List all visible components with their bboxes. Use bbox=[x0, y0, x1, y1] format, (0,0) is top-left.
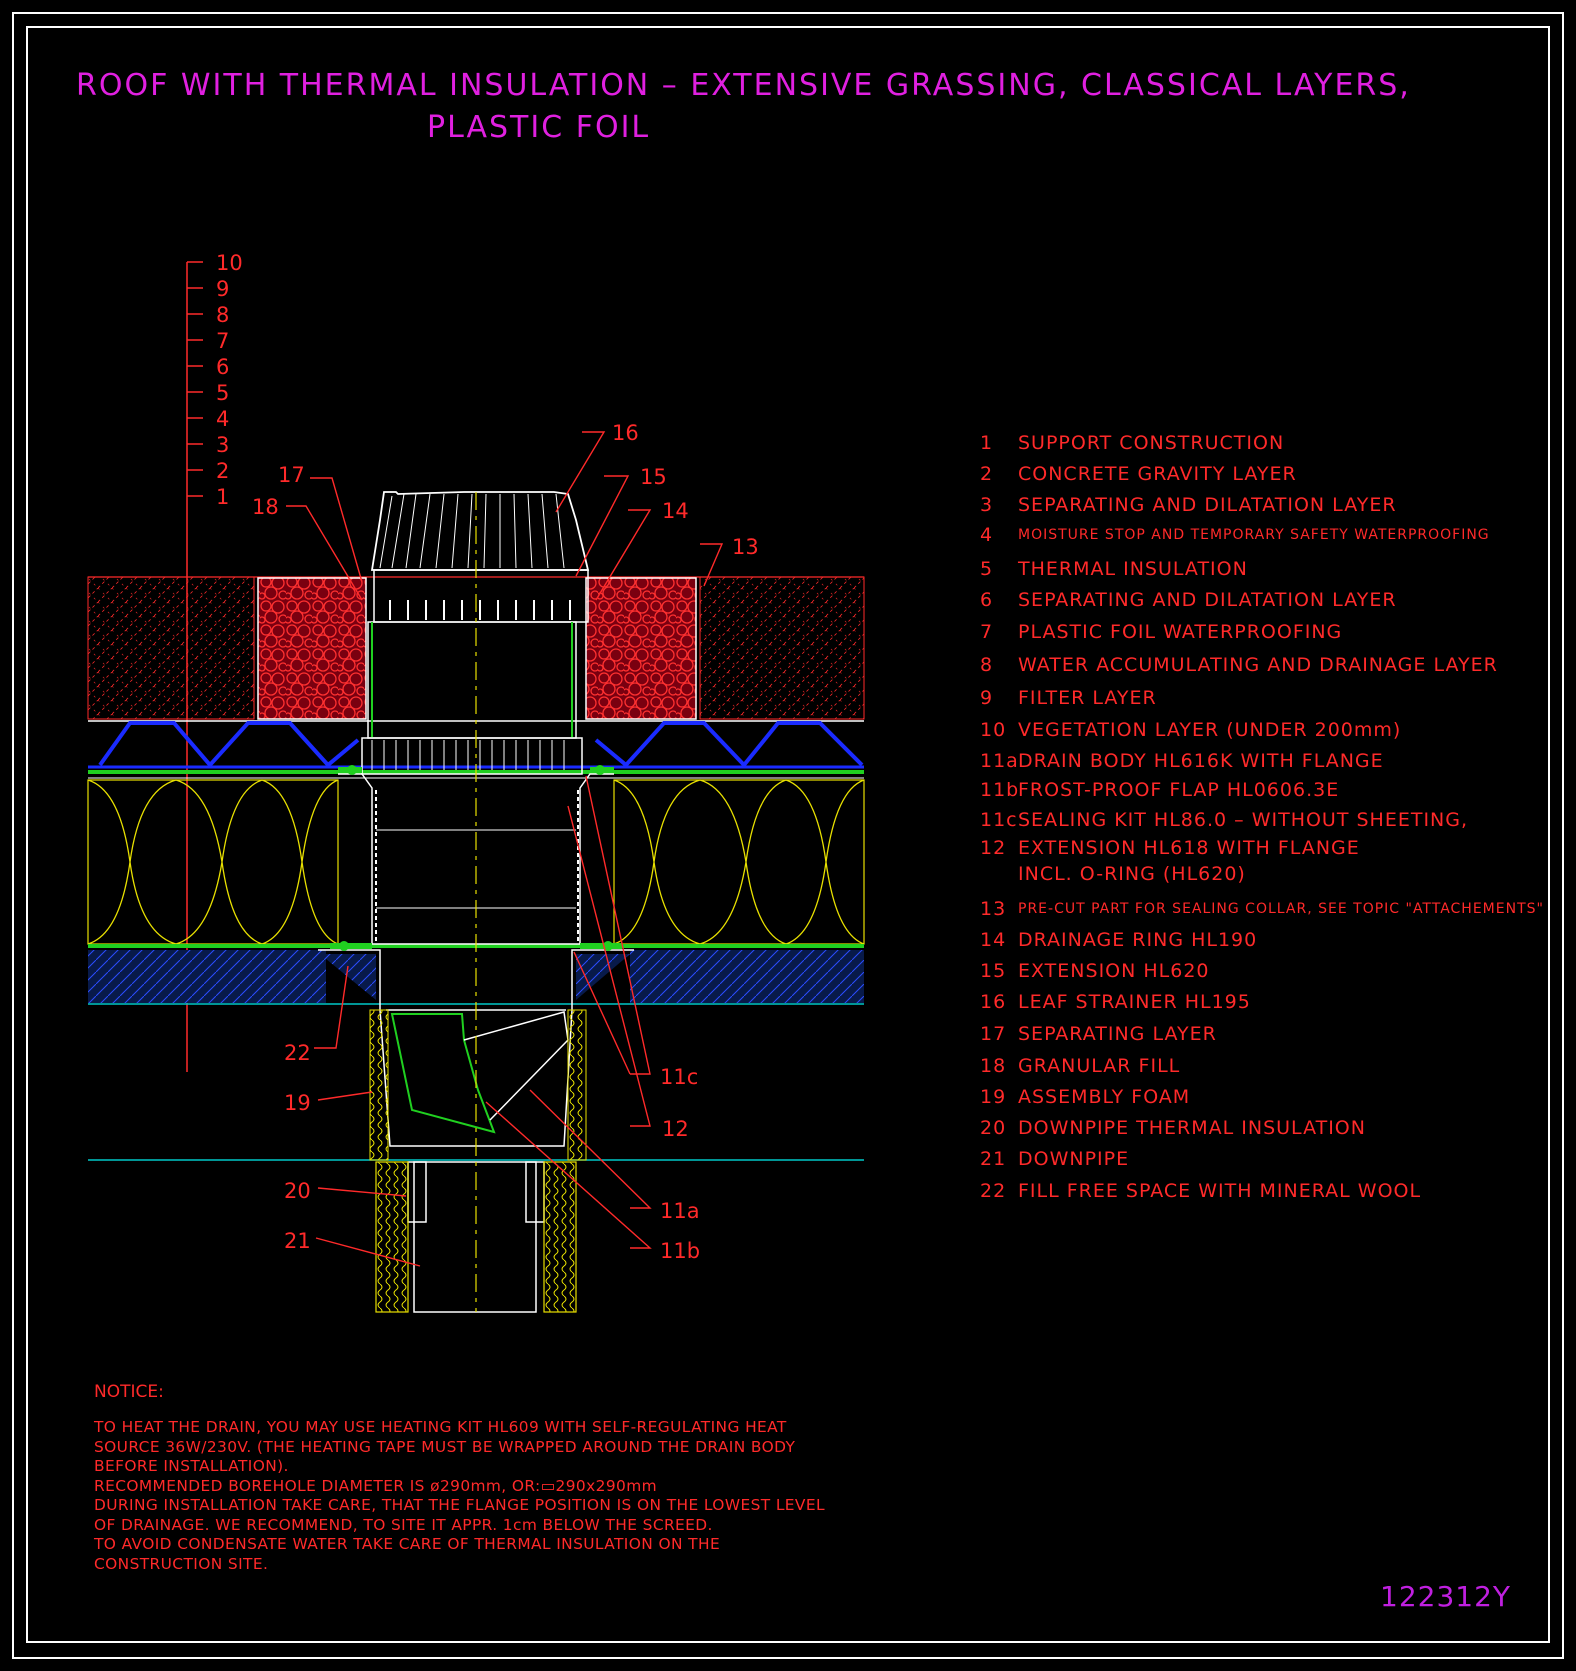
callout-17: 17 bbox=[278, 463, 305, 487]
notice-line: BEFORE INSTALLATION). bbox=[94, 1457, 289, 1475]
assembly-foam bbox=[567, 1009, 587, 1161]
callout-16: 16 bbox=[612, 421, 639, 445]
callout-11c: 11c bbox=[660, 1065, 698, 1089]
notice-title: NOTICE: bbox=[94, 1382, 164, 1402]
scale-label: 3 bbox=[216, 433, 229, 457]
assembly-foam bbox=[369, 1009, 389, 1161]
drainage-ring bbox=[361, 737, 583, 775]
notice-line: DURING INSTALLATION TAKE CARE, THAT THE … bbox=[94, 1496, 825, 1514]
callout-12: 12 bbox=[662, 1117, 689, 1141]
downpipe bbox=[413, 1161, 537, 1313]
notice-line: SOURCE 36W/230V. (THE HEATING TAPE MUST … bbox=[94, 1437, 796, 1456]
frost-proof-flap bbox=[390, 1013, 496, 1134]
scale-label: 4 bbox=[216, 407, 229, 431]
callout-14: 14 bbox=[662, 499, 689, 523]
leaf-strainer bbox=[370, 491, 590, 571]
scale-label: 9 bbox=[216, 277, 229, 301]
callout-19: 19 bbox=[284, 1091, 311, 1115]
granular-fill bbox=[257, 577, 697, 720]
notice-line: TO AVOID CONDENSATE WATER TAKE CARE OF T… bbox=[94, 1535, 721, 1553]
downpipe-insulation bbox=[375, 1161, 409, 1313]
callout-11b: 11b bbox=[660, 1239, 700, 1263]
scale-label: 10 bbox=[216, 251, 243, 275]
downpipe-insulation bbox=[543, 1161, 577, 1313]
callout-21: 21 bbox=[284, 1229, 311, 1253]
scale-label: 1 bbox=[216, 485, 229, 509]
callout-18: 18 bbox=[252, 495, 279, 519]
scale-label: 5 bbox=[216, 381, 229, 405]
notice-block: NOTICE: TO HEAT THE DRAIN, YOU MAY USE H… bbox=[94, 1382, 834, 1574]
callout-15: 15 bbox=[640, 465, 667, 489]
scale-label: 6 bbox=[216, 355, 229, 379]
scale-label: 7 bbox=[216, 329, 229, 353]
callout-22: 22 bbox=[284, 1041, 311, 1065]
notice-line: RECOMMENDED BOREHOLE DIAMETER IS ø290mm,… bbox=[94, 1476, 657, 1495]
callout-13: 13 bbox=[732, 535, 759, 559]
callout-20: 20 bbox=[284, 1179, 311, 1203]
scale-label: 2 bbox=[216, 459, 229, 483]
notice-line: CONSTRUCTION SITE. bbox=[94, 1554, 269, 1573]
notice-line: OF DRAINAGE. WE RECOMMEND, TO SITE IT AP… bbox=[94, 1515, 713, 1534]
notice-line: TO HEAT THE DRAIN, YOU MAY USE HEATING K… bbox=[94, 1418, 787, 1436]
callout-11a: 11a bbox=[660, 1199, 700, 1223]
scale-label: 8 bbox=[216, 303, 229, 327]
drawing-code: 122312Y bbox=[1380, 1580, 1511, 1613]
